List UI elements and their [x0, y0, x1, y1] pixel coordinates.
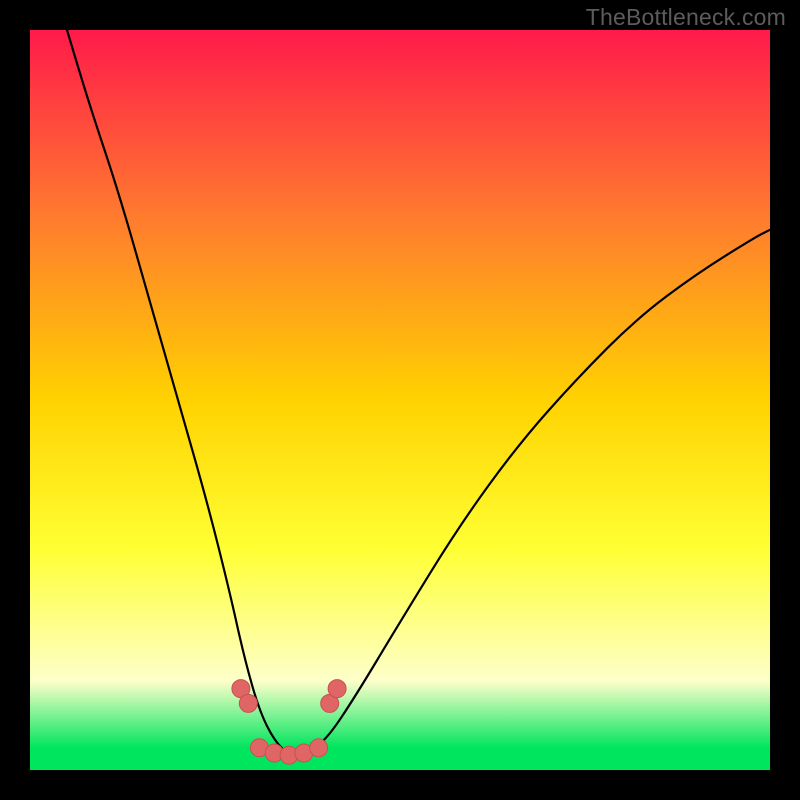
curve-marker: [310, 739, 328, 757]
gradient-background: [30, 30, 770, 770]
plot-area: [30, 30, 770, 770]
chart-svg: [30, 30, 770, 770]
curve-marker: [239, 694, 257, 712]
watermark-text: TheBottleneck.com: [586, 4, 786, 31]
chart-frame: TheBottleneck.com: [0, 0, 800, 800]
curve-marker: [328, 680, 346, 698]
